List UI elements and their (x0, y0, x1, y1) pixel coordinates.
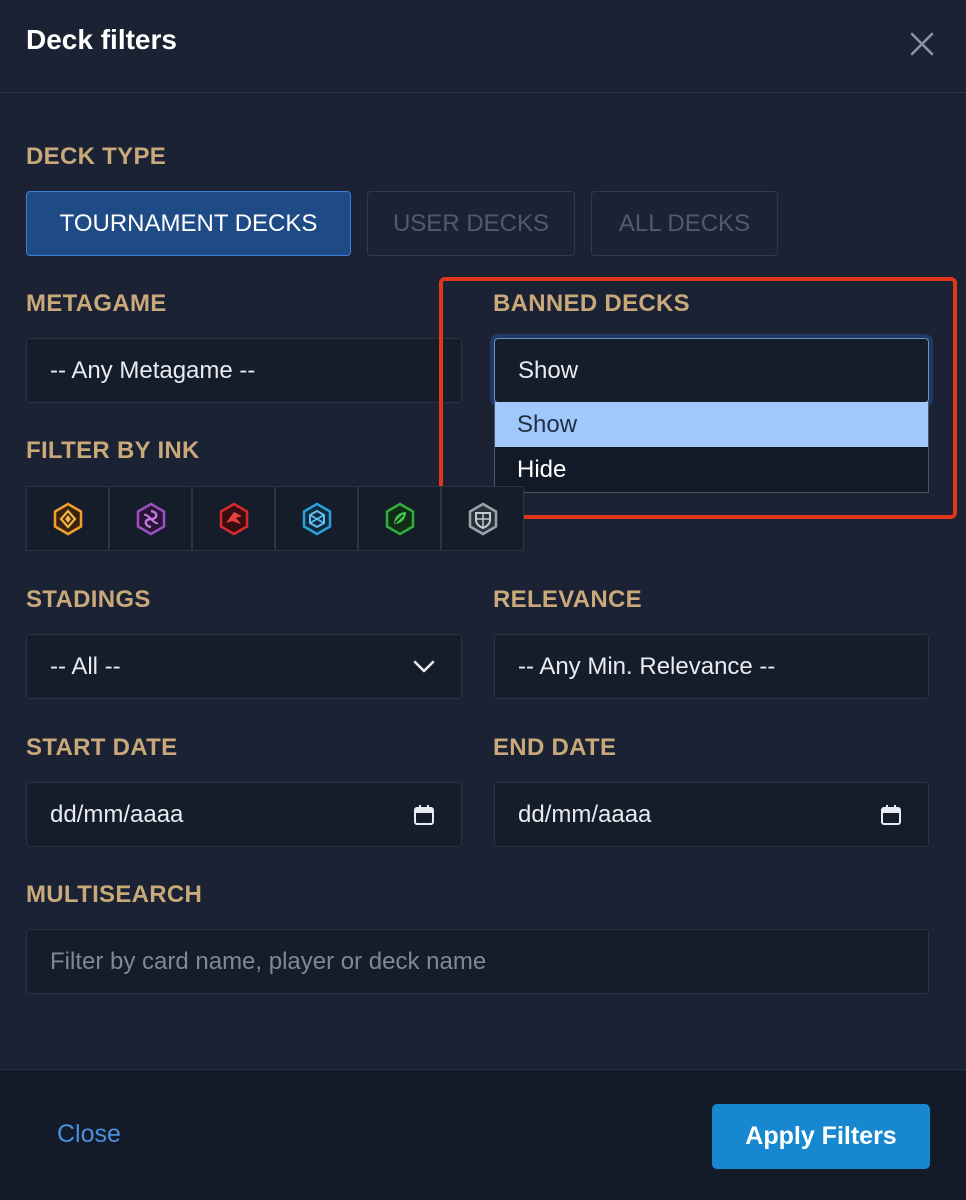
relevance-value: -- Any Min. Relevance -- (518, 652, 776, 680)
user-decks-button[interactable]: USER DECKS (367, 191, 575, 256)
standings-select[interactable]: -- All -- (26, 634, 462, 699)
relevance-select[interactable]: -- Any Min. Relevance -- (494, 634, 929, 699)
ink-toggle-sapphire[interactable] (275, 486, 358, 551)
metagame-label: METAGAME (26, 290, 167, 317)
sapphire-ink-icon (302, 502, 331, 535)
multisearch-placeholder: Filter by card name, player or deck name (50, 947, 487, 975)
ruby-ink-icon (219, 502, 248, 535)
metagame-select[interactable]: -- Any Metagame -- (26, 338, 462, 403)
multisearch-input[interactable]: Filter by card name, player or deck name (26, 929, 929, 994)
ink-toggle-emerald[interactable] (358, 486, 441, 551)
banned-decks-select[interactable]: Show (494, 338, 929, 403)
close-icon[interactable] (906, 28, 938, 60)
deck-type-label: DECK TYPE (26, 143, 167, 170)
amber-ink-icon (53, 502, 82, 535)
steel-ink-icon (468, 502, 497, 535)
ink-toggle-steel[interactable] (441, 486, 524, 551)
calendar-icon[interactable] (880, 804, 902, 826)
chevron-down-icon (413, 660, 435, 672)
calendar-icon[interactable] (413, 804, 435, 826)
banned-decks-value: Show (518, 356, 579, 384)
metagame-value: -- Any Metagame -- (50, 356, 256, 384)
modal-title: Deck filters (26, 24, 177, 55)
apply-filters-button[interactable]: Apply Filters (712, 1104, 930, 1169)
start-date-value: dd/mm/aaaa (50, 800, 184, 828)
start-date-label: START DATE (26, 734, 178, 761)
banned-option-hide[interactable]: Hide (495, 447, 928, 492)
end-date-label: END DATE (493, 734, 617, 761)
end-date-input[interactable]: dd/mm/aaaa (494, 782, 929, 847)
amethyst-ink-icon (136, 502, 165, 535)
banned-decks-label: BANNED DECKS (493, 290, 690, 317)
banned-decks-dropdown: Show Hide (494, 402, 929, 493)
end-date-value: dd/mm/aaaa (518, 800, 652, 828)
standings-label: STADINGS (26, 586, 151, 613)
banned-option-show[interactable]: Show (495, 402, 928, 447)
close-button[interactable]: Close (57, 1120, 121, 1149)
ink-toggle-amber[interactable] (26, 486, 109, 551)
tournament-decks-button[interactable]: TOURNAMENT DECKS (26, 191, 351, 256)
ink-toggle-ruby[interactable] (192, 486, 275, 551)
emerald-ink-icon (385, 502, 414, 535)
filter-by-ink-label: FILTER BY INK (26, 437, 200, 464)
start-date-input[interactable]: dd/mm/aaaa (26, 782, 462, 847)
relevance-label: RELEVANCE (493, 586, 642, 613)
multisearch-label: MULTISEARCH (26, 881, 203, 908)
ink-toggle-amethyst[interactable] (109, 486, 192, 551)
modal-header: Deck filters (0, 0, 966, 93)
standings-value: -- All -- (50, 652, 121, 680)
all-decks-button[interactable]: ALL DECKS (591, 191, 778, 256)
